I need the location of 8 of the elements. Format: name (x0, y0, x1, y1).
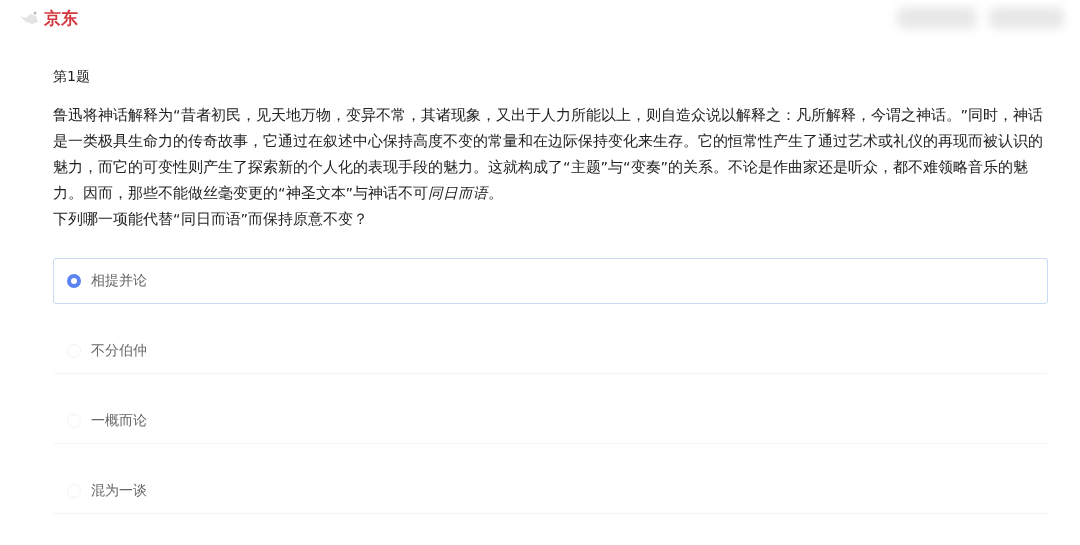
answer-option[interactable]: 混为一谈 (53, 468, 1048, 514)
logo-text: 京东 (44, 6, 78, 30)
answer-option[interactable]: 一概而论 (53, 398, 1048, 444)
answer-option[interactable]: 相提并论 (53, 258, 1048, 304)
question-passage: 鲁迅将神话解释为“昔者初民，见天地万物，变异不常，其诸现象，又出于人力所能以上，则自造众说以解释之：凡所解释，今谓之神话。”同时，神话是一类极具生命力的传奇故事，它通过在叙述中心保持高度不变的常量和在边际保持变化来生存。它的恒常性产生了通过艺术或礼仪的再现而被认识的魅力，而它的可变性则产生了探索新的个人化的表现手段的魅力。这就构成了“主题”与“变奏”的关系。不论是作曲家还是听众，都不难领略音乐的魅力。因而，那些不能做丝毫变更的“神圣文本”与神话不可同日而语。 (53, 106, 1045, 203)
question-prompt: 下列哪一项能代替“同日而语”而保持原意不变？ (53, 210, 370, 229)
answer-option[interactable]: 不分伯仲 (53, 328, 1048, 374)
question-number: 第1题 (53, 68, 91, 86)
